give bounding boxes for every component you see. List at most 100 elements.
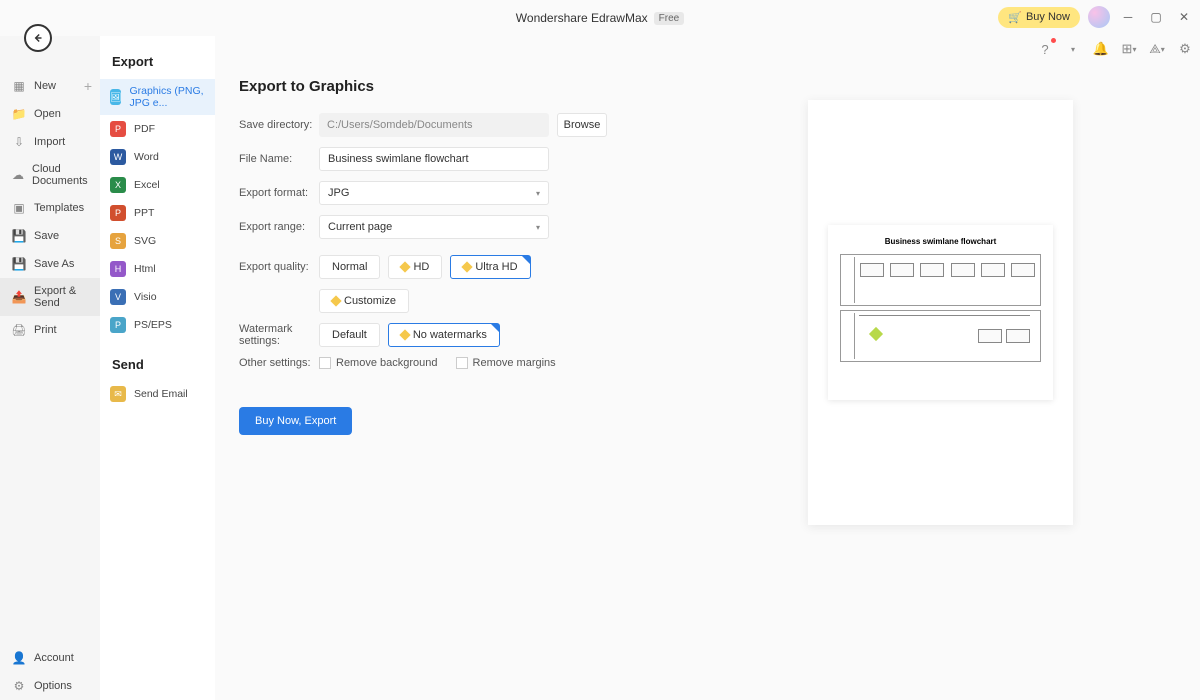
plus-icon[interactable]: + — [84, 78, 92, 94]
sidebar-item-account[interactable]: 👤Account — [0, 644, 100, 672]
format-label: Word — [134, 151, 159, 163]
chk-label: Remove margins — [473, 357, 556, 369]
export-button[interactable]: Buy Now, Export — [239, 407, 352, 435]
close-button[interactable]: ✕ — [1174, 7, 1194, 27]
file-sidebar: ▦ New + 📁 Open ⇩ Import ☁ Cloud Documents ▣… — [0, 0, 100, 700]
format-select[interactable]: JPG▾ — [319, 181, 549, 205]
save-icon: 💾 — [12, 229, 26, 243]
sidebar-item-import[interactable]: ⇩ Import — [0, 128, 100, 156]
format-label: Export format: — [239, 187, 319, 199]
cart-icon: 🛒 — [1008, 11, 1022, 24]
sidebar-label: Save As — [34, 258, 74, 270]
remove-margins-checkbox[interactable]: Remove margins — [456, 357, 556, 369]
format-word[interactable]: W Word — [100, 143, 215, 171]
filename-input[interactable] — [319, 147, 549, 171]
folder-icon: 📁 — [12, 107, 26, 121]
sidebar-item-print[interactable]: 🖨Print — [0, 316, 100, 344]
svg-file-icon: S — [110, 233, 126, 249]
buy-now-label: Buy Now — [1026, 11, 1070, 23]
watermark-label: Watermark settings: — [239, 323, 319, 347]
main-panel: Export to Graphics Save directory: Brows… — [215, 0, 1200, 700]
watermark-none[interactable]: No watermarks — [388, 323, 500, 347]
app-title: Wondershare EdrawMax — [516, 11, 648, 25]
sidebar-label: Save — [34, 230, 59, 242]
chk-label: Remove background — [336, 357, 438, 369]
cloud-icon: ☁ — [12, 168, 24, 182]
email-icon: ✉ — [110, 386, 126, 402]
sidebar-label: Import — [34, 136, 65, 148]
filter-icon[interactable]: ⟁ ▾ — [1148, 40, 1166, 58]
word-file-icon: W — [110, 149, 126, 165]
corner-fold-icon — [522, 256, 530, 264]
back-button[interactable] — [24, 24, 52, 52]
visio-file-icon: V — [110, 289, 126, 305]
ps-file-icon: P — [110, 317, 126, 333]
diamond-icon — [399, 329, 410, 340]
panel-title: Export to Graphics — [239, 78, 1180, 95]
browse-button[interactable]: Browse — [557, 113, 607, 137]
preview-title: Business swimlane flowchart — [840, 237, 1041, 246]
filename-label: File Name: — [239, 153, 319, 165]
range-select[interactable]: Current page▾ — [319, 215, 549, 239]
maximize-button[interactable]: ▢ — [1146, 7, 1166, 27]
bell-icon[interactable]: 🔔 — [1092, 40, 1110, 58]
sidebar-item-export-send[interactable]: 📤Export & Send — [0, 278, 100, 316]
preview-document: Business swimlane flowchart — [828, 225, 1053, 400]
format-html[interactable]: HHtml — [100, 255, 215, 283]
format-label: SVG — [134, 235, 156, 247]
sidebar-label: Export & Send — [34, 285, 88, 309]
quality-hd[interactable]: HD — [388, 255, 442, 279]
sidebar-label: Cloud Documents — [32, 163, 88, 187]
checkbox-icon — [456, 357, 468, 369]
minimize-button[interactable]: ─ — [1118, 7, 1138, 27]
sidebar-item-templates[interactable]: ▣ Templates — [0, 194, 100, 222]
sidebar-label: Templates — [34, 202, 84, 214]
template-icon: ▣ — [12, 201, 26, 215]
ppt-file-icon: P — [110, 205, 126, 221]
format-ppt[interactable]: P PPT — [100, 199, 215, 227]
sidebar-item-open[interactable]: 📁 Open — [0, 100, 100, 128]
user-avatar[interactable] — [1088, 6, 1110, 28]
format-graphics[interactable]: 🖼Graphics (PNG, JPG e... — [100, 79, 215, 115]
diamond-icon — [400, 261, 411, 272]
format-label: Html — [134, 263, 156, 275]
remove-bg-checkbox[interactable]: Remove background — [319, 357, 438, 369]
format-pdf[interactable]: PPDF — [100, 115, 215, 143]
swimlane-1 — [840, 254, 1041, 306]
decision-diamond-icon — [869, 327, 883, 341]
import-icon: ⇩ — [12, 135, 26, 149]
format-ps-eps[interactable]: PPS/EPS — [100, 311, 215, 339]
send-email[interactable]: ✉Send Email — [100, 380, 215, 408]
quality-normal[interactable]: Normal — [319, 255, 380, 279]
help-icon[interactable]: ? — [1036, 40, 1054, 58]
export-header: Export — [100, 54, 215, 79]
quality-ultra-hd[interactable]: Ultra HD — [450, 255, 530, 279]
seg-label: Ultra HD — [475, 261, 517, 273]
format-label: Visio — [134, 291, 157, 303]
sidebar-label: Open — [34, 108, 61, 120]
buy-now-button[interactable]: 🛒 Buy Now — [998, 7, 1080, 28]
corner-fold-icon — [491, 324, 499, 332]
grid-icon[interactable]: ⊞ ▾ — [1120, 40, 1138, 58]
caret-icon[interactable]: ▾ — [1064, 40, 1082, 58]
save-dir-input[interactable] — [319, 113, 549, 137]
format-visio[interactable]: V Visio — [100, 283, 215, 311]
range-label: Export range: — [239, 221, 319, 233]
watermark-default[interactable]: Default — [319, 323, 380, 347]
print-icon: 🖨 — [12, 323, 26, 337]
excel-file-icon: X — [110, 177, 126, 193]
sidebar-item-new[interactable]: ▦ New + — [0, 72, 100, 100]
diamond-icon — [330, 295, 341, 306]
settings-icon[interactable]: ⚙ — [1176, 40, 1194, 58]
sidebar-item-save[interactable]: 💾 Save — [0, 222, 100, 250]
sidebar-item-cloud[interactable]: ☁ Cloud Documents — [0, 156, 100, 194]
format-excel[interactable]: XExcel — [100, 171, 215, 199]
seg-label: No watermarks — [413, 329, 487, 341]
format-label: PPT — [134, 207, 154, 219]
quality-customize[interactable]: Customize — [319, 289, 409, 313]
format-svg[interactable]: S SVG — [100, 227, 215, 255]
sidebar-item-save-as[interactable]: 💾Save As — [0, 250, 100, 278]
sidebar-item-options[interactable]: ⚙Options — [0, 672, 100, 700]
diamond-icon — [462, 261, 473, 272]
format-label: PDF — [134, 123, 155, 135]
